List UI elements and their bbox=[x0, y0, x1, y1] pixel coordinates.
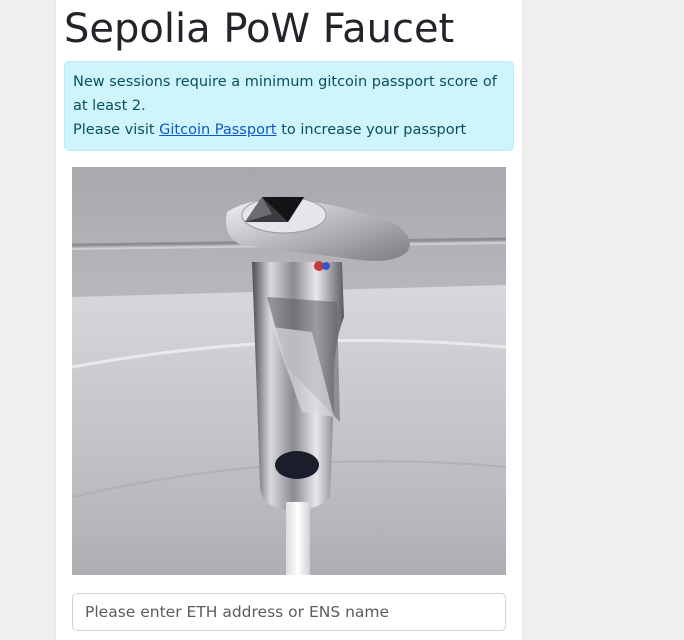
faucet-page: Sepolia PoW Faucet New sessions require … bbox=[56, 0, 522, 640]
gitcoin-passport-link[interactable]: Gitcoin Passport bbox=[159, 122, 276, 138]
notice-line-2: Please visit Gitcoin Passport to increas… bbox=[73, 118, 505, 150]
page-title: Sepolia PoW Faucet bbox=[64, 6, 455, 52]
notice-line-2-prefix: Please visit bbox=[73, 122, 160, 138]
passport-notice-alert: New sessions require a minimum gitcoin p… bbox=[64, 61, 514, 151]
faucet-image bbox=[72, 167, 506, 575]
faucet-image-graphic bbox=[72, 167, 506, 575]
notice-line-1: New sessions require a minimum gitcoin p… bbox=[73, 74, 497, 114]
eth-address-input[interactable] bbox=[72, 593, 506, 631]
